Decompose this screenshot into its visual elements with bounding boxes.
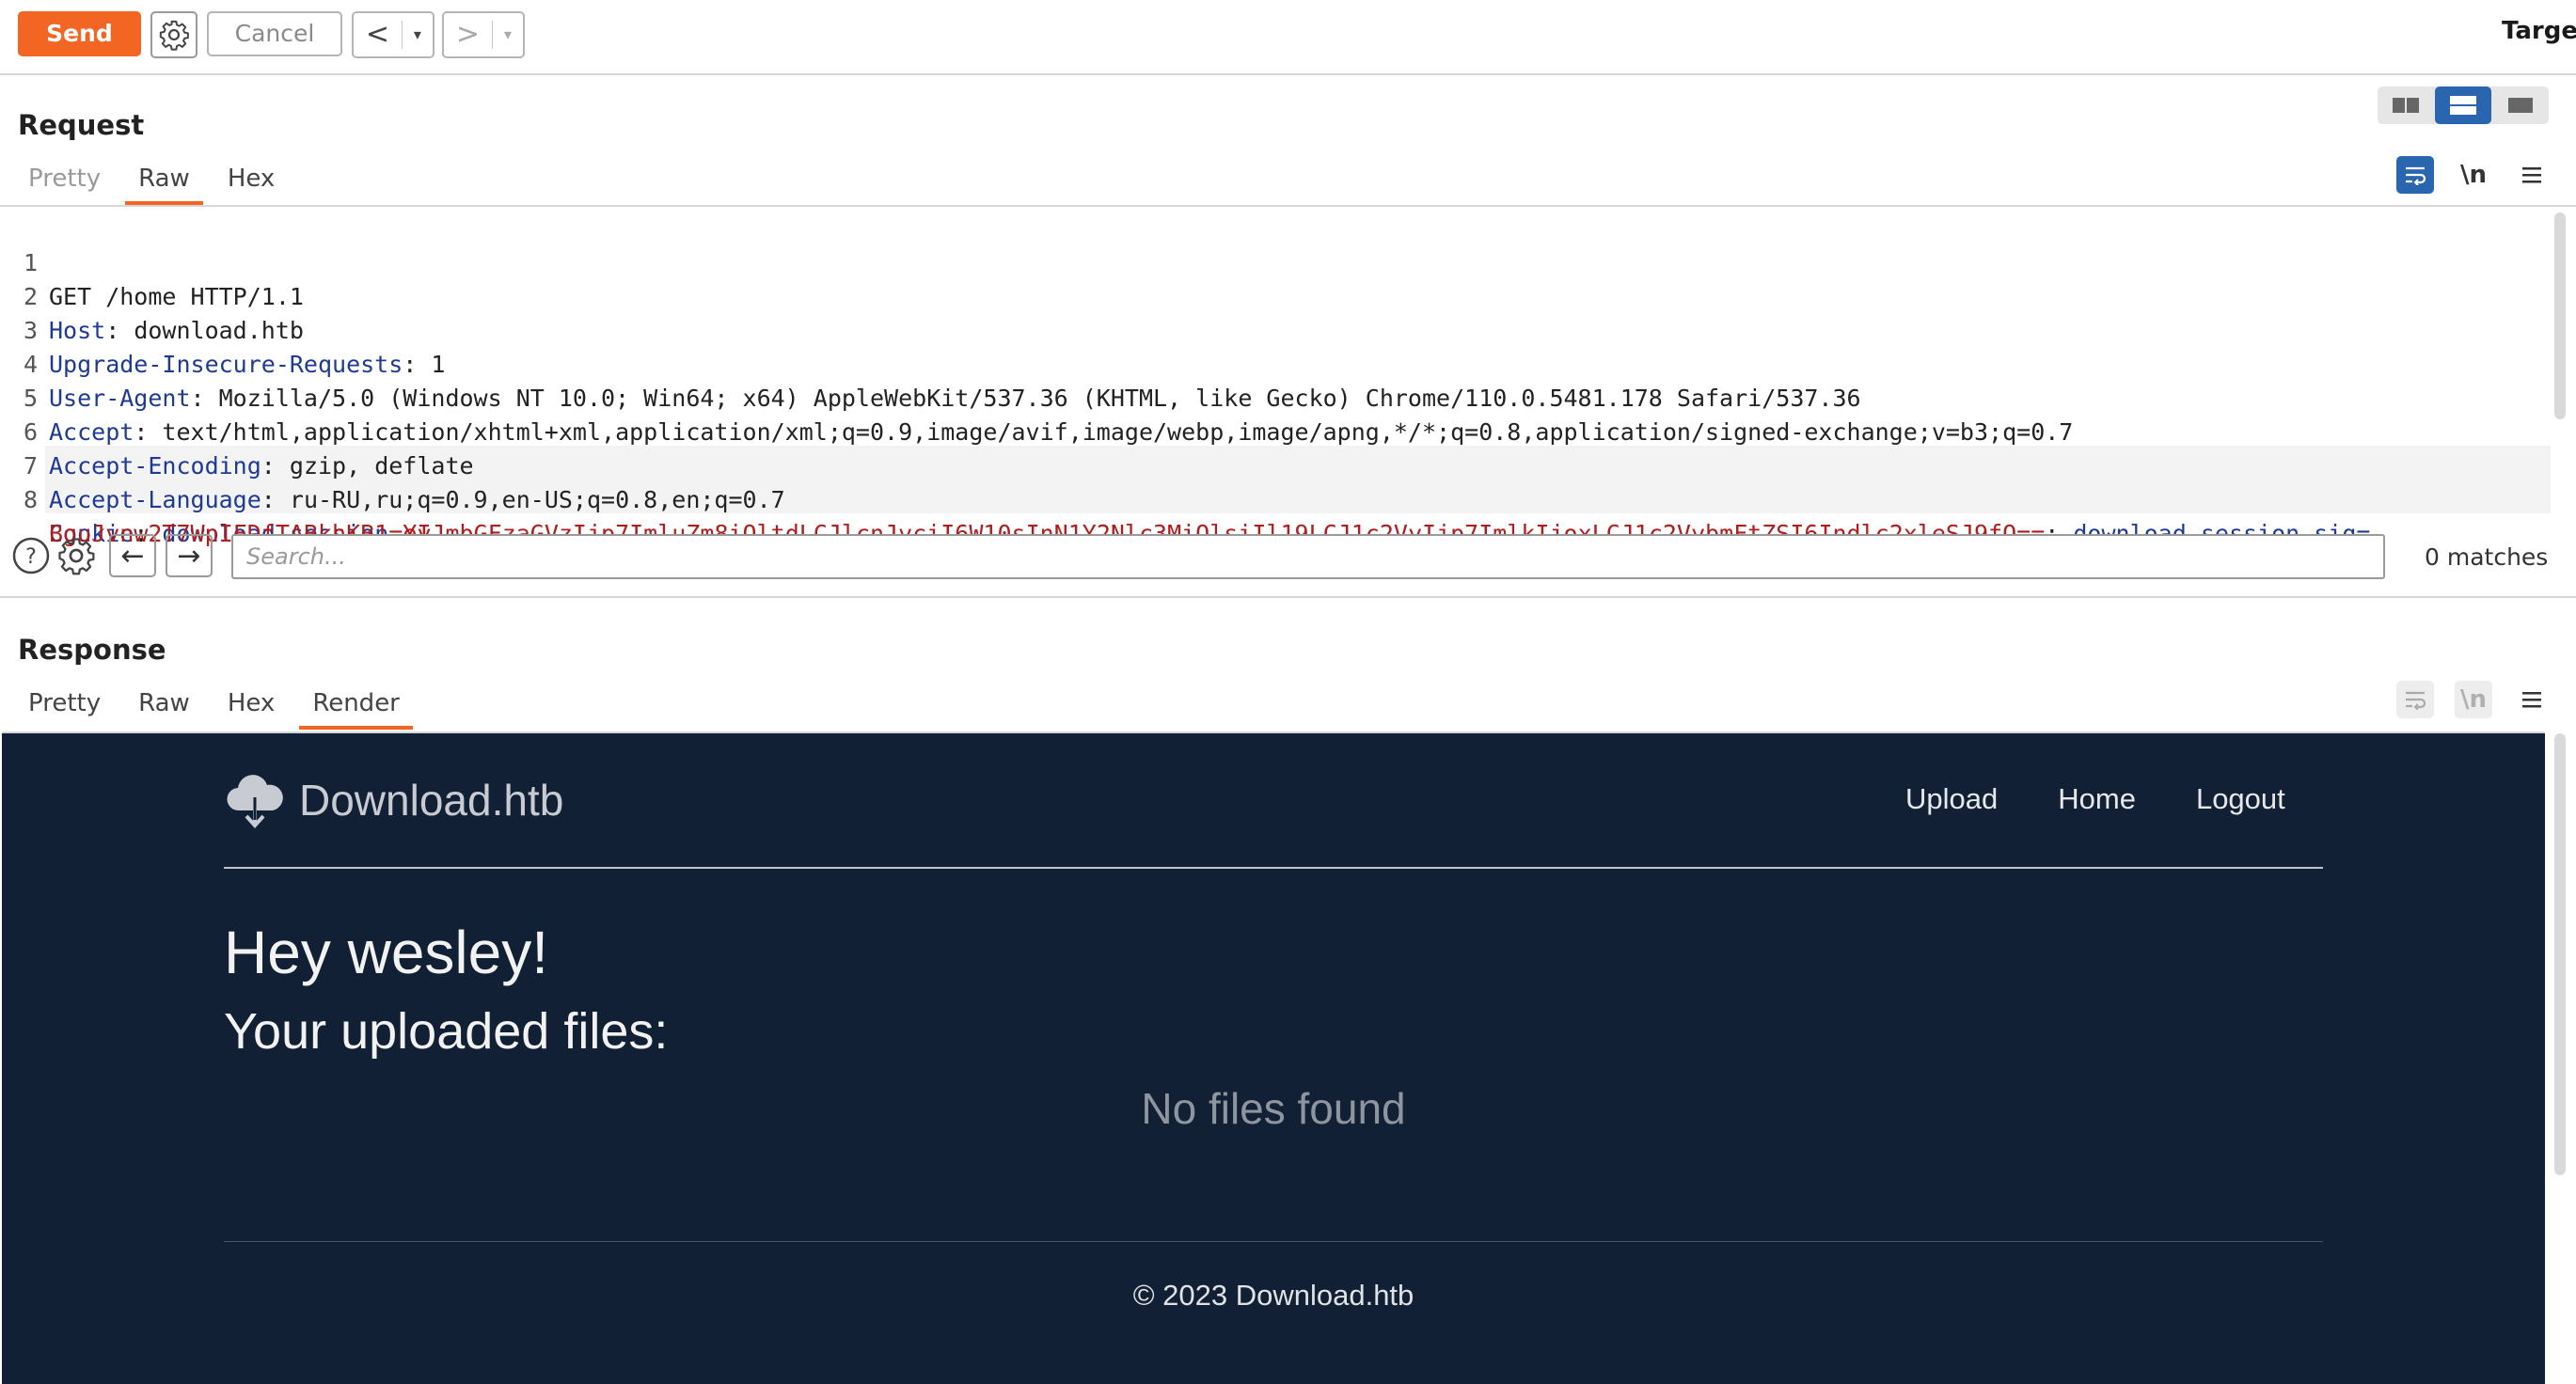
code-line-3[interactable]: 3 Upgrade-Insecure-Requests: 1 xyxy=(0,280,446,378)
history-back-button[interactable]: < ▾ xyxy=(352,11,435,58)
search-input[interactable] xyxy=(231,534,2385,579)
response-tab-pretty[interactable]: Pretty xyxy=(9,684,119,726)
cloud-download-icon xyxy=(227,775,283,828)
search-next-button[interactable]: → xyxy=(166,534,213,577)
search-settings-button[interactable] xyxy=(55,534,98,577)
site-nav: Upload Home Logout xyxy=(1905,782,2285,816)
response-tab-render[interactable]: Render xyxy=(293,684,419,730)
response-tab-raw[interactable]: Raw xyxy=(119,684,209,726)
request-title: Request xyxy=(18,109,145,141)
layout-toggle xyxy=(2378,86,2549,124)
footer-divider xyxy=(224,1241,2323,1242)
layout-single-button[interactable] xyxy=(2491,86,2549,124)
request-tab-raw[interactable]: Raw xyxy=(119,160,209,205)
history-forward-button[interactable]: > ▾ xyxy=(442,11,525,58)
cancel-button[interactable]: Cancel xyxy=(207,11,342,56)
code-line-6[interactable]: 6 Accept-Encoding: gzip, deflate xyxy=(0,382,474,480)
code-line-text: Accept: text/html,application/xhtml+xml,… xyxy=(49,418,2074,446)
forward-history-dropdown[interactable]: ▾ xyxy=(491,21,523,49)
response-title: Response xyxy=(18,634,166,666)
search-previous-button[interactable]: ← xyxy=(109,534,156,577)
back-history-dropdown[interactable]: ▾ xyxy=(401,21,433,49)
repeater-toolbar: Send Cancel < ▾ > ▾ Target xyxy=(0,0,2576,75)
site-brand[interactable]: Download.htb xyxy=(224,769,563,831)
response-tabs: Pretty Raw Hex Render xyxy=(9,684,419,730)
search-bar: ? ← → 0 matches xyxy=(0,527,2576,583)
wrap-lines-button[interactable] xyxy=(2396,156,2434,194)
code-line-7[interactable]: 7 Accept-Language: ru-RU,ru;q=0.9,en-US;… xyxy=(0,416,785,513)
request-editor-options: \n xyxy=(2396,156,2551,194)
nav-upload-link[interactable]: Upload xyxy=(1905,782,1998,816)
gear-icon xyxy=(58,538,95,575)
nav-home-link[interactable]: Home xyxy=(2058,782,2136,816)
layout-stacked-icon xyxy=(2450,96,2476,115)
greeting-heading: Hey wesley! xyxy=(224,919,548,986)
code-line-text: Host: download.htb xyxy=(49,317,304,344)
layout-side-by-side-button[interactable] xyxy=(2378,86,2435,124)
nav-logout-link[interactable]: Logout xyxy=(2196,782,2285,816)
code-line-8-wrapped[interactable]: BguJvnw2T7WpIFDfTABkhKB1-YI xyxy=(0,483,431,547)
code-line-2[interactable]: 2 Host: download.htb xyxy=(0,246,304,344)
wrap-lines-icon xyxy=(2406,691,2426,710)
response-tab-hex[interactable]: Hex xyxy=(209,684,293,726)
panel-divider[interactable] xyxy=(0,596,2576,598)
site-brand-name[interactable]: Download.htb xyxy=(299,775,563,826)
request-tab-pretty[interactable]: Pretty xyxy=(9,160,119,201)
code-line-text: Upgrade-Insecure-Requests: 1 xyxy=(49,351,446,378)
response-show-newlines-button[interactable]: \n xyxy=(2455,681,2492,718)
rendered-response: Download.htb Upload Home Logout Hey wesl… xyxy=(2,731,2545,1384)
code-line-text: Accept-Language: ru-RU,ru;q=0.9,en-US;q=… xyxy=(49,486,785,513)
gear-icon xyxy=(159,20,189,51)
request-tabs: Pretty Raw Hex xyxy=(9,160,293,205)
request-editor[interactable]: 1 GET /home HTTP/1.1 2 Host: download.ht… xyxy=(0,205,2576,547)
hamburger-menu-icon xyxy=(2522,167,2541,183)
arrow-left-icon: ← xyxy=(120,539,145,573)
code-line-text: GET /home HTTP/1.1 xyxy=(49,283,304,310)
request-tab-hex[interactable]: Hex xyxy=(209,160,293,201)
forward-arrow-icon[interactable]: > xyxy=(444,13,492,56)
code-line-4[interactable]: 4 User-Agent: Mozilla/5.0 (Windows NT 10… xyxy=(0,314,1861,412)
show-newlines-button[interactable]: \n xyxy=(2455,156,2492,194)
send-button[interactable]: Send xyxy=(18,11,141,56)
help-icon: ? xyxy=(12,537,50,574)
hamburger-menu-icon xyxy=(2522,692,2541,708)
layout-side-by-side-icon xyxy=(2393,98,2420,113)
svg-text:?: ? xyxy=(25,545,37,569)
response-menu-button[interactable] xyxy=(2513,681,2551,718)
header-divider xyxy=(224,867,2323,869)
request-scrollbar[interactable] xyxy=(2554,212,2566,419)
help-button[interactable]: ? xyxy=(9,534,53,577)
empty-files-message: No files found xyxy=(1141,1084,1406,1133)
site-footer: © 2023 Download.htb xyxy=(1132,1279,1414,1312)
code-line-5[interactable]: 5 Accept: text/html,application/xhtml+xm… xyxy=(0,348,2073,446)
request-menu-button[interactable] xyxy=(2513,156,2551,194)
code-line-text: User-Agent: Mozilla/5.0 (Windows NT 10.0… xyxy=(49,385,1861,412)
search-match-count: 0 matches xyxy=(2425,543,2549,571)
response-editor-options: \n xyxy=(2396,681,2551,718)
layout-single-icon xyxy=(2507,98,2533,113)
response-wrap-lines-button[interactable] xyxy=(2396,681,2434,718)
code-line-8[interactable]: 8 Cookie: download_session=eyJmbGFzaGVzI… xyxy=(0,449,2371,547)
code-line-text: Accept-Encoding: gzip, deflate xyxy=(49,452,474,480)
wrap-lines-icon xyxy=(2406,166,2426,185)
uploaded-files-heading: Your uploaded files: xyxy=(224,1003,669,1060)
response-scrollbar[interactable] xyxy=(2554,733,2566,1175)
target-label[interactable]: Target xyxy=(2502,17,2576,45)
code-line-1[interactable]: 1 GET /home HTTP/1.1 xyxy=(0,212,304,310)
back-arrow-icon[interactable]: < xyxy=(354,13,402,56)
settings-button[interactable] xyxy=(150,11,198,58)
layout-stacked-button[interactable] xyxy=(2434,86,2492,124)
arrow-right-icon: → xyxy=(177,539,201,573)
